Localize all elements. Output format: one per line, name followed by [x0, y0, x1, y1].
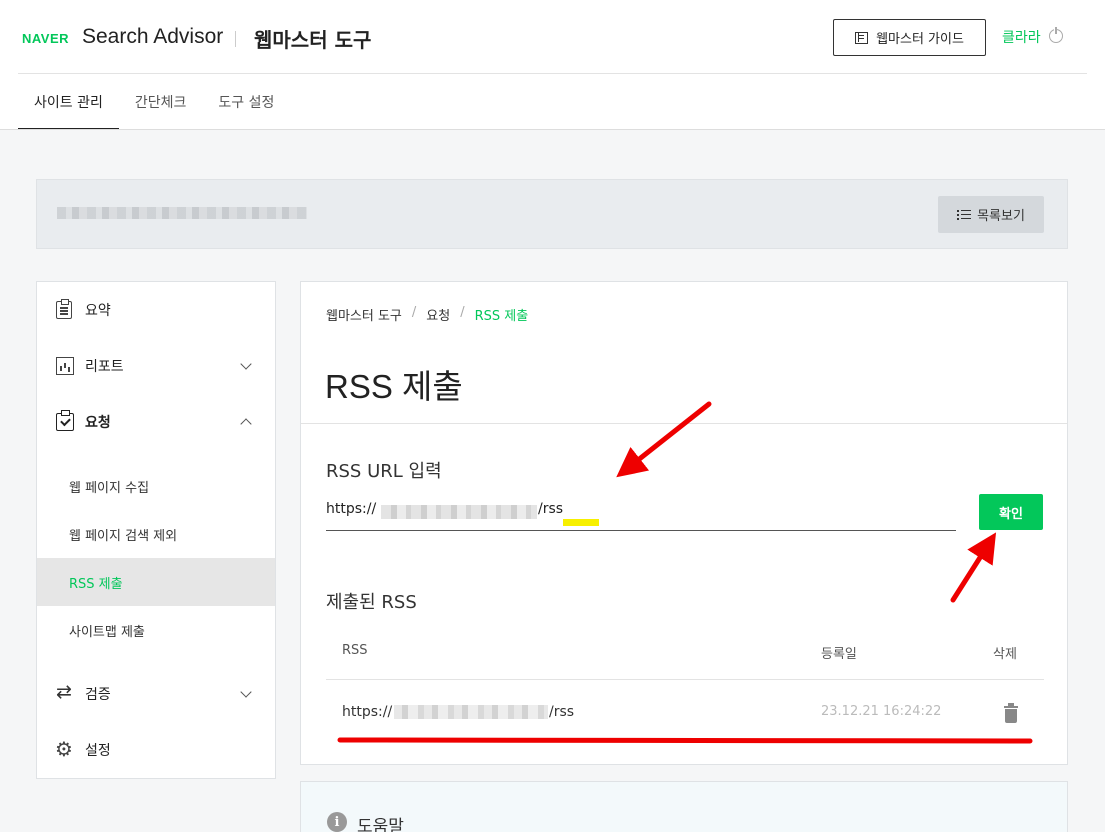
sidebar-subitem-sitemap-submit[interactable]: 사이트맵 제출	[37, 606, 275, 654]
tab-tool-settings[interactable]: 도구 설정	[202, 74, 290, 130]
chart-icon	[56, 357, 74, 375]
trash-icon[interactable]	[1004, 703, 1018, 723]
tab-site-management[interactable]: 사이트 관리	[18, 74, 119, 130]
brand-title[interactable]: Search Advisor	[82, 25, 223, 49]
sidebar-item-label: 설정	[85, 743, 111, 759]
rss-url-suffix: /rss	[538, 501, 564, 517]
rss-url-blurred	[381, 505, 537, 519]
rss-highlight-mark	[563, 519, 599, 526]
help-label[interactable]: 도움말	[357, 812, 404, 832]
column-header-rss: RSS	[342, 643, 368, 658]
rss-url-suffix: /rss	[549, 704, 575, 720]
sidebar-subitem-page-crawl[interactable]: 웹 페이지 수집	[37, 462, 275, 510]
help-panel: i 도움말	[300, 781, 1068, 832]
column-header-date: 등록일	[821, 647, 857, 662]
rss-url-input-label: RSS URL 입력	[326, 461, 442, 482]
breadcrumb-separator: /	[460, 305, 465, 320]
rss-url-prefix: https://	[342, 704, 393, 720]
page-brand-subtitle[interactable]: 웹마스터 도구	[254, 24, 371, 53]
submitted-rss-table: RSS 등록일 삭제 https:// /rss 23.12.21 16:24:…	[326, 620, 1044, 746]
repeat-icon	[56, 681, 74, 703]
sidebar-item-report[interactable]: 리포트	[37, 346, 275, 386]
table-header: RSS 등록일 삭제	[326, 620, 1044, 680]
sidebar-item-label: 검증	[85, 687, 111, 703]
chevron-up-icon	[240, 418, 252, 430]
breadcrumb-separator: /	[411, 305, 417, 320]
breadcrumb-item[interactable]: 웹마스터 도구	[326, 305, 402, 324]
sidebar-item-settings[interactable]: 설정	[37, 730, 275, 770]
registered-date: 23.12.21 16:24:22	[821, 704, 942, 719]
clipboard-check-icon	[56, 410, 74, 431]
page-title: RSS 제출	[325, 368, 463, 405]
main-tabs: 사이트 관리 간단체크 도구 설정	[18, 74, 290, 130]
sidebar-item-summary[interactable]: 요약	[37, 290, 275, 330]
sidebar-subitem-rss-submit[interactable]: RSS 제출	[37, 558, 275, 606]
logout-power-icon[interactable]	[1049, 26, 1063, 43]
list-icon	[957, 209, 972, 220]
header-divider	[0, 129, 1105, 130]
sidebar-item-verify[interactable]: 검증	[37, 674, 275, 714]
site-bar: 목록보기	[36, 179, 1068, 249]
header: NAVER Search Advisor 웹마스터 도구 웹마스터 가이드 클라…	[0, 0, 1105, 130]
site-url-blurred	[57, 207, 307, 219]
title-divider	[301, 423, 1067, 424]
webmaster-guide-button[interactable]: 웹마스터 가이드	[833, 19, 986, 56]
book-icon	[855, 31, 869, 44]
table-row: https:// /rss 23.12.21 16:24:22	[326, 680, 1044, 746]
sidebar-item-label: 리포트	[85, 359, 124, 375]
gear-icon	[55, 737, 74, 761]
top-bar: NAVER Search Advisor 웹마스터 도구 웹마스터 가이드 클라…	[18, 0, 1087, 74]
submitted-rss-label: 제출된 RSS	[326, 592, 417, 613]
rss-url-field[interactable]: https:// /rss	[326, 497, 956, 531]
naver-logo[interactable]: NAVER	[22, 31, 69, 46]
info-icon: i	[327, 812, 347, 832]
column-header-delete: 삭제	[993, 647, 1017, 662]
sidebar-subitem-page-exclude[interactable]: 웹 페이지 검색 제외	[37, 510, 275, 558]
sidebar-item-label: 요약	[85, 303, 111, 319]
webmaster-guide-label: 웹마스터 가이드	[876, 32, 964, 47]
breadcrumb-item[interactable]: 요청	[426, 305, 450, 324]
breadcrumb: 웹마스터 도구 / 요청 / RSS 제출	[326, 305, 528, 324]
tab-quick-check[interactable]: 간단체크	[119, 74, 203, 130]
breadcrumb-current: RSS 제출	[474, 309, 529, 324]
list-view-button[interactable]: 목록보기	[938, 196, 1044, 233]
list-view-label: 목록보기	[977, 209, 1025, 224]
sidebar-item-request[interactable]: 요청	[37, 402, 275, 442]
user-name[interactable]: 클라라	[1002, 27, 1041, 47]
main-panel: 웹마스터 도구 / 요청 / RSS 제출 RSS 제출 RSS URL 입력 …	[300, 281, 1068, 765]
confirm-button[interactable]: 확인	[979, 494, 1043, 530]
rss-url-blurred	[394, 705, 548, 719]
brand-divider	[235, 31, 236, 47]
sidebar: 요약 리포트 요청 웹 페이지 수집 웹 페이지 검색 제외 RSS 제출 사이…	[36, 281, 276, 779]
chevron-down-icon	[240, 358, 252, 370]
sidebar-item-label: 요청	[85, 415, 111, 431]
clipboard-icon	[56, 299, 72, 319]
chevron-down-icon	[240, 686, 252, 698]
